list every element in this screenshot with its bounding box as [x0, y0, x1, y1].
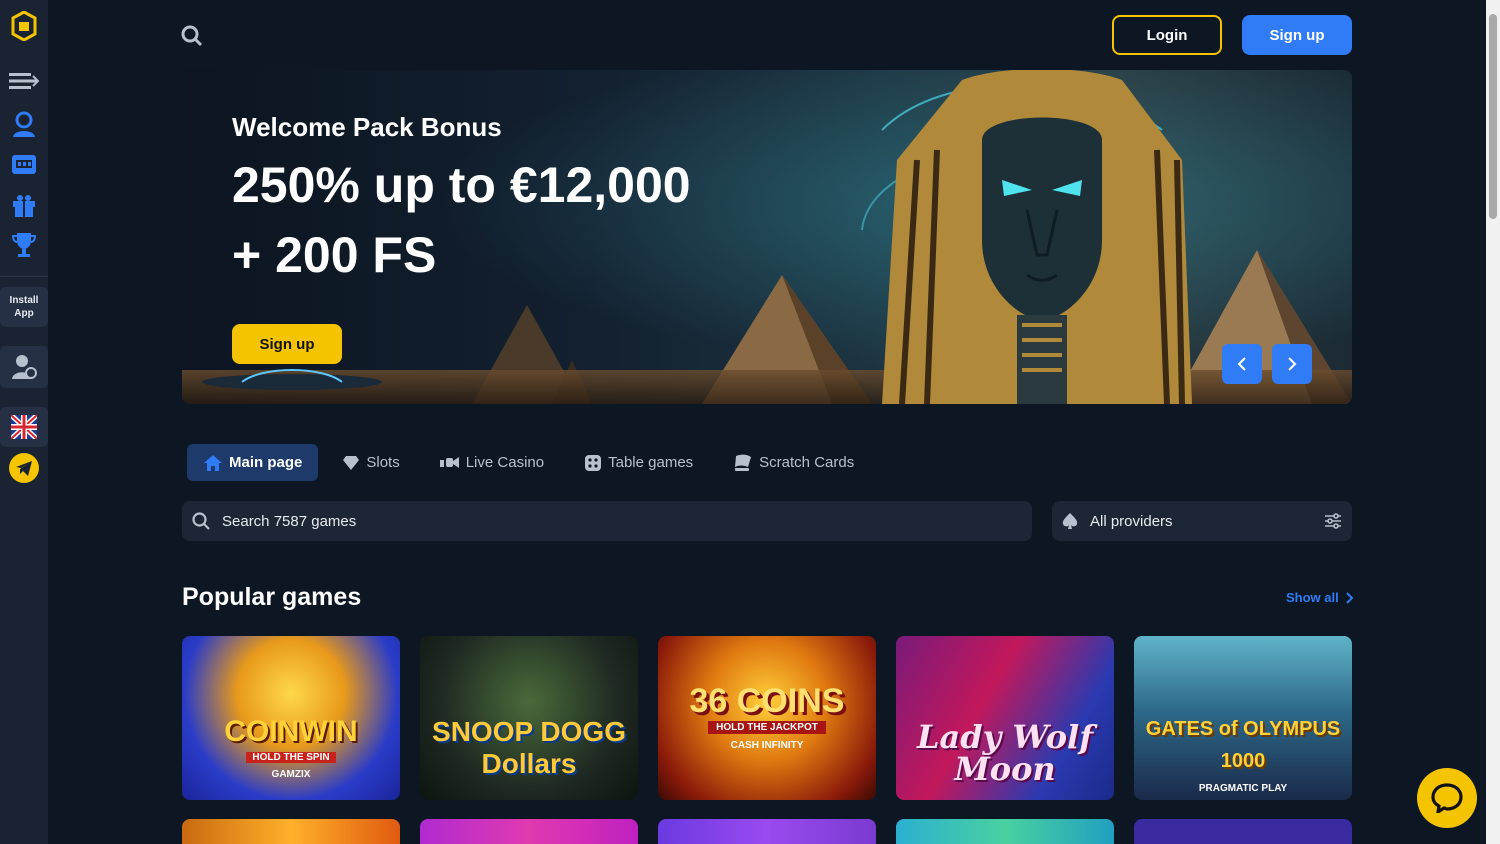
- tab-label: Live Casino: [465, 454, 545, 471]
- chat-bubble-icon: [1431, 783, 1463, 813]
- login-button[interactable]: Login: [1112, 15, 1222, 55]
- chevron-left-icon: [1237, 357, 1246, 371]
- game-card-coinwin[interactable]: COINWIN HOLD THE SPIN GAMZIX: [182, 636, 400, 800]
- game-provider: CASH INFINITY: [730, 740, 804, 751]
- category-tabs: Main page Slots Live Casino Table games …: [187, 444, 878, 481]
- diamond-icon: [343, 455, 360, 470]
- hero-subtitle: Welcome Pack Bonus: [232, 112, 502, 142]
- hero-title-line-2: + 200 FS: [232, 227, 437, 283]
- game-card-row2-3[interactable]: [658, 819, 876, 844]
- show-all-link[interactable]: Show all: [1286, 590, 1353, 605]
- logo-icon[interactable]: [8, 10, 40, 42]
- uk-flag-icon: [11, 415, 37, 439]
- live-chat-button[interactable]: [1417, 768, 1477, 828]
- game-title: SNOOP DOGG Dollars: [432, 716, 626, 779]
- home-icon: [204, 454, 222, 471]
- search-icon: [192, 512, 210, 530]
- game-title: GATES of OLYMPUS 1000: [1145, 717, 1341, 772]
- user-support-icon[interactable]: [8, 108, 40, 140]
- providers-label: All providers: [1090, 512, 1173, 530]
- chevron-right-icon: [1346, 591, 1353, 604]
- spade-icon: [1062, 513, 1078, 529]
- hero-title: 250% up to €12,000 + 200 FS: [232, 150, 691, 290]
- game-card-snoop-dogg-dollars[interactable]: SNOOP DOGG Dollars: [420, 636, 638, 800]
- slot-machine-icon[interactable]: [8, 148, 40, 180]
- game-card-row2-1[interactable]: [182, 819, 400, 844]
- menu-expand-icon[interactable]: [8, 65, 40, 97]
- game-tagline: HOLD THE SPIN: [246, 752, 336, 763]
- game-search-input[interactable]: Search 7587 games: [182, 501, 1032, 541]
- signup-button[interactable]: Sign up: [1242, 15, 1352, 55]
- hero-signup-button[interactable]: Sign up: [232, 324, 342, 364]
- tab-table-games[interactable]: Table games: [568, 444, 709, 481]
- providers-select[interactable]: All providers: [1052, 501, 1352, 541]
- show-all-label: Show all: [1286, 590, 1339, 605]
- gift-icon[interactable]: [8, 189, 40, 221]
- support-chat-button[interactable]: [0, 346, 48, 388]
- tab-main-page[interactable]: Main page: [187, 444, 319, 481]
- search-icon[interactable]: [181, 25, 203, 47]
- game-card-lady-wolf-moon[interactable]: Lady Wolf Moon: [896, 636, 1114, 800]
- game-title: COINWIN: [224, 715, 358, 748]
- dice-icon: [585, 454, 602, 471]
- popular-games-title: Popular games: [182, 583, 362, 611]
- sidebar-divider: [0, 276, 48, 277]
- sidebar: Install App: [0, 0, 48, 844]
- tab-label: Main page: [229, 454, 303, 471]
- tab-slots[interactable]: Slots: [326, 444, 415, 481]
- filter-icon[interactable]: [1324, 512, 1342, 530]
- game-card-36-coins[interactable]: 36 COINS HOLD THE JACKPOT CASH INFINITY: [658, 636, 876, 800]
- hero-banner: Welcome Pack Bonus 250% up to €12,000 + …: [182, 70, 1352, 404]
- support-chat-icon: [12, 355, 37, 379]
- scrollbar-thumb[interactable]: [1489, 14, 1497, 219]
- game-card-row2-5[interactable]: [1134, 819, 1352, 844]
- chevron-right-icon: [1288, 357, 1297, 371]
- game-title: Lady Wolf Moon: [917, 718, 1093, 788]
- tab-scratch-cards[interactable]: Scratch Cards: [717, 444, 870, 481]
- game-provider: GAMZIX: [271, 769, 311, 780]
- install-app-button[interactable]: Install App: [0, 287, 48, 327]
- install-app-label-2: App: [14, 308, 34, 319]
- game-card-gates-of-olympus-1000[interactable]: GATES of OLYMPUS 1000 PRAGMATIC PLAY: [1134, 636, 1352, 800]
- game-card-row2-4[interactable]: [896, 819, 1114, 844]
- search-placeholder: Search 7587 games: [222, 512, 357, 530]
- game-title: 36 COINS: [689, 682, 845, 720]
- hero-title-line-1: 250% up to €12,000: [232, 157, 691, 213]
- tab-label: Scratch Cards: [759, 454, 855, 471]
- carousel-next-button[interactable]: [1272, 344, 1312, 384]
- game-tagline: HOLD THE JACKPOT: [708, 721, 826, 734]
- trophy-icon[interactable]: [8, 229, 40, 261]
- game-provider: PRAGMATIC PLAY: [1198, 782, 1288, 794]
- install-app-label-1: Install: [9, 295, 39, 306]
- game-card-row2-2[interactable]: [420, 819, 638, 844]
- language-button[interactable]: [0, 407, 48, 447]
- tab-label: Table games: [608, 454, 694, 471]
- scratch-card-icon: [735, 454, 752, 471]
- camera-icon: [439, 456, 459, 468]
- tab-live-casino[interactable]: Live Casino: [424, 444, 560, 481]
- telegram-icon[interactable]: [8, 452, 40, 484]
- tab-label: Slots: [366, 454, 400, 471]
- carousel-prev-button[interactable]: [1222, 344, 1262, 384]
